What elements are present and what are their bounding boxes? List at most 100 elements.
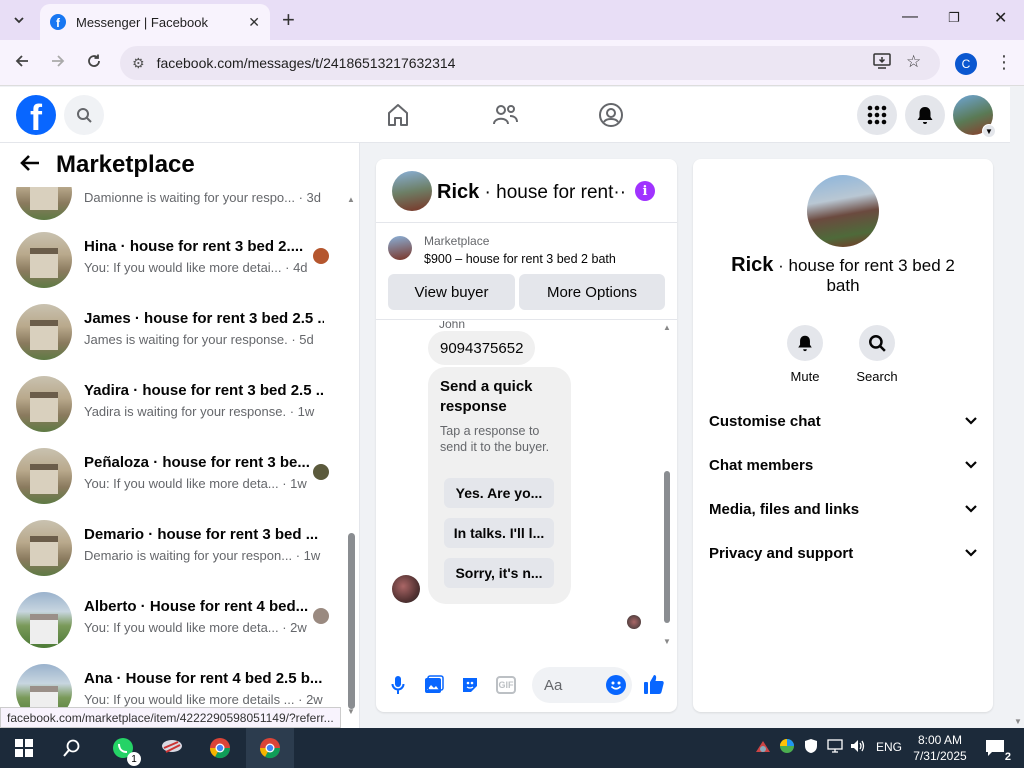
network-icon[interactable] [826,738,844,757]
conversation-item[interactable]: Yadira · house for rent 3 bed 2.5 ... Ya… [16,374,336,434]
system-clock[interactable]: 8:00 AM 7/31/2025 [905,732,975,764]
notification-count: 2 [1004,751,1011,763]
contact-avatar[interactable] [807,175,879,247]
page-scrollbar[interactable]: ▼ [1010,87,1024,728]
tab-search-button[interactable] [6,8,32,32]
tab-close-icon[interactable]: ✕ [248,14,260,31]
notifications-button[interactable] [905,95,945,135]
chrome-icon[interactable] [208,736,232,760]
new-tab-button[interactable]: + [282,8,295,32]
conversation-item[interactable]: Demario · house for rent 3 bed ... Demar… [16,518,336,578]
chat-avatar[interactable] [392,171,432,211]
groups-nav-button[interactable] [595,99,627,131]
gif-icon[interactable]: GIF [496,676,516,694]
reload-icon [88,54,100,67]
notification-center-icon[interactable]: 2 [983,736,1011,763]
thumbs-up-icon[interactable] [643,673,665,695]
search-icon[interactable] [859,325,895,361]
conversation-snippet: Demario is waiting for your respon... · … [84,548,321,563]
scroll-up-icon[interactable]: ▲ [663,323,671,332]
scroll-up-icon[interactable]: ▲ [347,195,355,204]
tray-color-icon[interactable] [779,738,795,757]
forward-button[interactable] [50,53,66,74]
info-icon[interactable]: i [635,181,655,201]
reload-button[interactable] [86,53,102,74]
quick-response-option[interactable]: In talks. I'll l... [444,518,554,548]
site-info-icon[interactable]: ⚙ [132,55,145,72]
conversation-item[interactable]: Peñaloza · house for rent 3 be... You: I… [16,446,336,506]
home-nav-button[interactable] [382,99,414,131]
emoji-icon[interactable] [606,675,626,695]
whatsapp-icon[interactable]: 1 [111,736,141,766]
more-options-button[interactable]: More Options [519,274,665,310]
message-input[interactable]: Aa [532,667,632,703]
menu-grid-button[interactable] [857,95,897,135]
read-receipt-avatar [627,615,641,629]
minimize-button[interactable]: — [902,8,918,26]
search-icon[interactable] [60,736,84,760]
maximize-button[interactable]: ❐ [948,10,960,26]
section-label: Chat members [709,456,814,474]
conversation-item[interactable]: James · house for rent 3 bed 2.5 ... Jam… [16,302,336,362]
listing-title[interactable]: $900 – house for rent 3 bed 2 bath [424,252,616,266]
back-button[interactable] [14,53,30,74]
input-language[interactable]: ENG [876,740,902,754]
chat-title[interactable]: Rick · house for rent··· [437,181,627,204]
scroll-down-icon[interactable]: ▼ [347,707,355,716]
mute-action[interactable]: Mute [775,325,835,384]
facebook-search-button[interactable] [64,95,104,135]
bell-icon[interactable] [787,325,823,361]
back-arrow-icon[interactable] [20,151,40,179]
customise-chat-section[interactable]: Customise chat [709,399,977,443]
section-label: Media, files and links [709,500,860,518]
contact-title: Rick · house for rent 3 bed 2 bath [713,255,973,296]
security-shield-icon[interactable] [803,738,819,757]
volume-icon[interactable] [849,738,867,757]
marketplace-label: Marketplace [424,234,490,248]
media-files-links-section[interactable]: Media, files and links [709,487,977,531]
scroll-down-icon[interactable]: ▼ [663,637,671,646]
account-avatar[interactable]: ▼ [953,95,996,138]
whatsapp-badge: 1 [127,752,141,766]
chat-subject: · house for rent··· [479,182,627,203]
app-icon[interactable] [160,736,184,760]
page-title: Marketplace [56,151,195,178]
quick-response-option[interactable]: Yes. Are yo... [444,478,554,508]
browser-tab-messenger[interactable]: f Messenger | Facebook ✕ [40,4,270,40]
chrome-active-icon[interactable] [258,736,282,760]
conversation-name: Alberto · House for rent 4 bed... [84,598,309,615]
browser-menu-icon[interactable]: ⋮ [995,52,1013,73]
address-bar[interactable]: ⚙ facebook.com/messages/t/24186513217632… [120,46,940,80]
conversation-name: Peñaloza · house for rent 3 be... [84,454,310,471]
photo-icon[interactable] [423,674,445,696]
window-close-button[interactable]: ✕ [994,8,1007,28]
conversation-item[interactable]: Alberto · House for rent 4 bed... You: I… [16,590,336,650]
search-action[interactable]: Search [847,325,907,384]
tray-app-icon[interactable] [754,738,772,759]
windows-start-icon[interactable] [12,736,36,760]
listing-thumbnail [16,376,72,432]
message-bubble[interactable]: 9094375652 [428,331,536,365]
scrollbar-thumb[interactable] [664,471,670,623]
browser-tab-bar: f Messenger | Facebook ✕ + — ❐ ✕ [0,0,1024,40]
quick-response-option[interactable]: Sorry, it's n... [444,558,554,588]
scroll-down-icon[interactable]: ▼ [1014,717,1022,726]
conversation-snippet: You: If you would like more details ... … [84,692,323,707]
thread-scrollbar[interactable]: ▲ ▼ [663,323,673,649]
view-buyer-button[interactable]: View buyer [388,274,515,310]
scrollbar-thumb[interactable] [348,533,355,709]
conversation-item[interactable]: Hina · house for rent 3 bed 2.... You: I… [16,230,336,290]
chat-members-section[interactable]: Chat members [709,443,977,487]
facebook-header: f ▼ [0,87,1010,143]
friends-nav-button[interactable] [489,99,521,131]
browser-profile-avatar[interactable]: C [955,53,977,75]
privacy-support-section[interactable]: Privacy and support [709,531,977,575]
microphone-icon[interactable] [387,674,409,696]
chat-list-scrollbar[interactable]: ▲ ▼ [346,187,356,717]
search-icon [77,108,92,123]
facebook-logo[interactable]: f [16,95,56,135]
install-app-icon[interactable] [873,53,891,74]
conversation-name: Yadira · house for rent 3 bed 2.5 ... [84,382,324,399]
sticker-icon[interactable] [459,674,481,696]
bookmark-star-icon[interactable]: ☆ [906,52,921,72]
